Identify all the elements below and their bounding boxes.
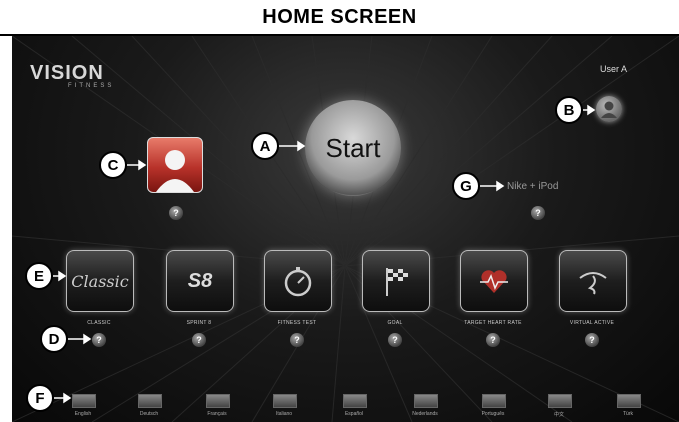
callout-b: B <box>555 96 583 124</box>
callout-d: D <box>40 325 68 353</box>
callout-g: G <box>452 172 480 200</box>
callout-c: C <box>99 151 127 179</box>
manual-figure: HOME SCREEN VISION FITNESS User A Start <box>0 0 679 422</box>
callout-arrows <box>53 104 596 404</box>
callout-f: F <box>26 384 54 412</box>
callout-e: E <box>25 262 53 290</box>
callout-a: A <box>251 132 279 160</box>
